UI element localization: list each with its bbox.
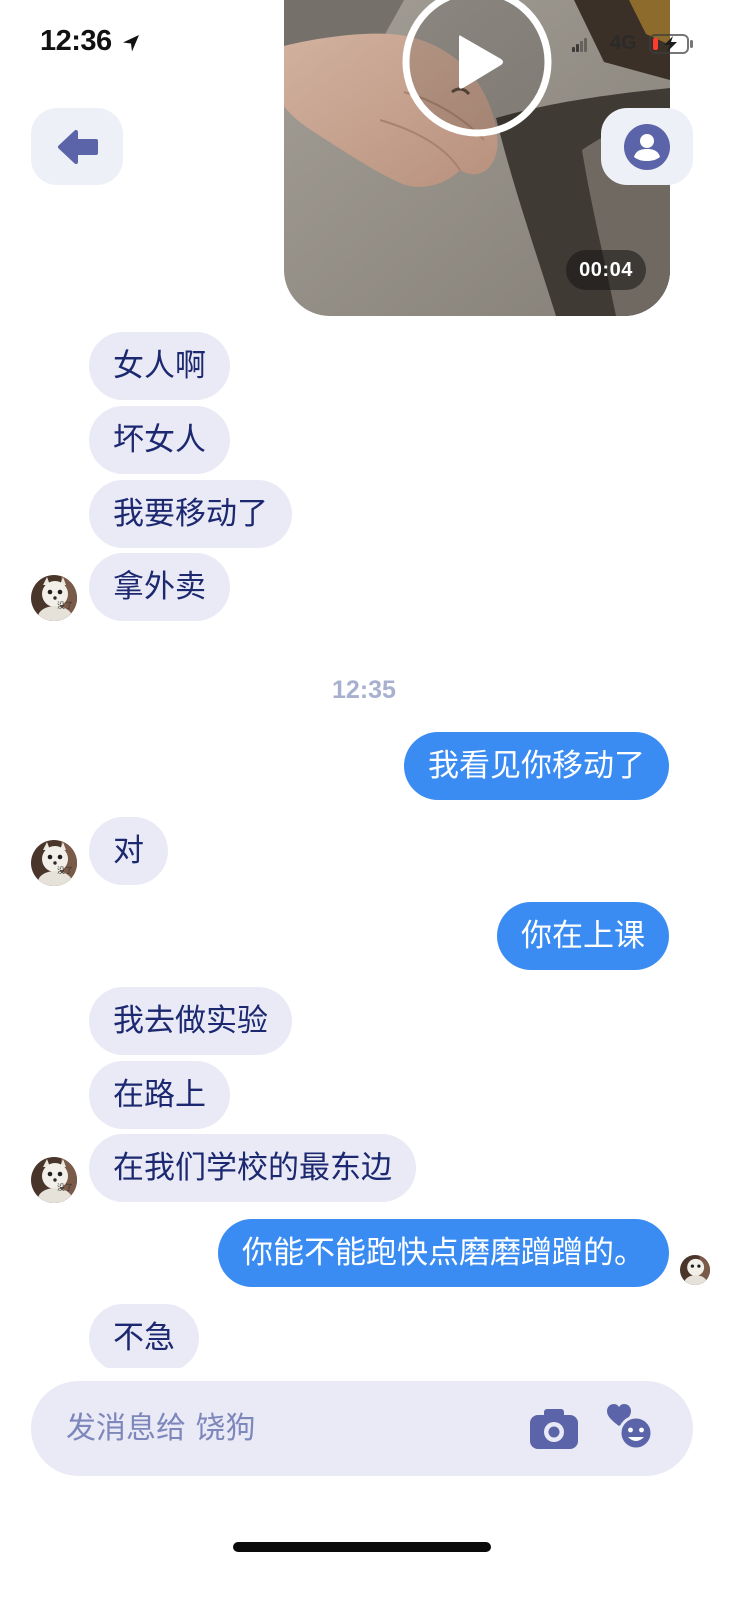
camera-icon[interactable] xyxy=(530,1406,578,1451)
outgoing-message-bubble[interactable]: 你能不能跑快点磨磨蹭蹭的。 xyxy=(218,1219,669,1287)
read-receipt-avatar xyxy=(680,1255,710,1285)
message-text: 你在上课 xyxy=(521,918,645,954)
play-icon[interactable] xyxy=(401,0,553,138)
message-composer xyxy=(31,1381,693,1476)
incoming-message-bubble[interactable]: 在路上 xyxy=(89,1061,230,1129)
message-text: 女人啊 xyxy=(113,348,206,384)
incoming-message-bubble[interactable]: 拿外卖 xyxy=(89,553,230,621)
incoming-message-bubble[interactable]: 女人啊 xyxy=(89,332,230,400)
message-text: 我去做实验 xyxy=(113,1003,268,1039)
message-text: 坏女人 xyxy=(113,422,206,458)
signal-icon xyxy=(572,38,587,52)
outgoing-message-bubble[interactable]: 你在上课 xyxy=(497,902,669,970)
battery-charging-icon xyxy=(649,34,693,54)
status-time: 12:36 xyxy=(40,25,112,57)
message-text: 拿外卖 xyxy=(113,569,206,605)
message-text: 在我们学校的最东边 xyxy=(113,1150,392,1186)
contact-avatar[interactable]: 没了 xyxy=(31,575,77,621)
incoming-message-bubble[interactable]: 对 xyxy=(89,817,168,885)
message-text: 对 xyxy=(113,833,144,869)
chat-thread[interactable]: 00:04 女人啊 坏女人 我要移动了 拿外卖 没了 12:35 我看见你移动了 xyxy=(0,0,750,1368)
incoming-message-bubble[interactable]: 我去做实验 xyxy=(89,987,292,1055)
avatar-caption: 没了 xyxy=(57,865,73,875)
contact-avatar[interactable]: 没了 xyxy=(31,840,77,886)
user-circle-icon xyxy=(624,124,670,170)
avatar-caption: 没了 xyxy=(57,1182,73,1192)
arrow-left-icon xyxy=(58,130,98,164)
incoming-message-bubble[interactable]: 我要移动了 xyxy=(89,480,292,548)
back-button[interactable] xyxy=(31,108,123,185)
video-duration: 00:04 xyxy=(566,250,646,290)
avatar-caption: 没了 xyxy=(57,600,73,610)
message-text: 我看见你移动了 xyxy=(428,748,645,784)
location-arrow-icon xyxy=(123,35,139,52)
message-text: 在路上 xyxy=(113,1077,206,1113)
message-text: 你能不能跑快点磨磨蹭蹭的。 xyxy=(242,1235,645,1271)
home-indicator[interactable] xyxy=(233,1542,491,1552)
message-input[interactable] xyxy=(66,1381,506,1476)
profile-button[interactable] xyxy=(601,108,693,185)
incoming-message-bubble[interactable]: 不急 xyxy=(89,1304,199,1368)
message-text: 不急 xyxy=(113,1320,175,1356)
network-type: 4G xyxy=(610,32,637,54)
incoming-message-bubble[interactable]: 在我们学校的最东边 xyxy=(89,1134,416,1202)
outgoing-message-bubble[interactable]: 我看见你移动了 xyxy=(404,732,669,800)
message-text: 我要移动了 xyxy=(113,496,268,532)
timestamp-divider: 12:35 xyxy=(332,676,396,704)
emoji-heart-icon[interactable] xyxy=(607,1404,653,1450)
incoming-message-bubble[interactable]: 坏女人 xyxy=(89,406,230,474)
contact-avatar[interactable]: 没了 xyxy=(31,1157,77,1203)
